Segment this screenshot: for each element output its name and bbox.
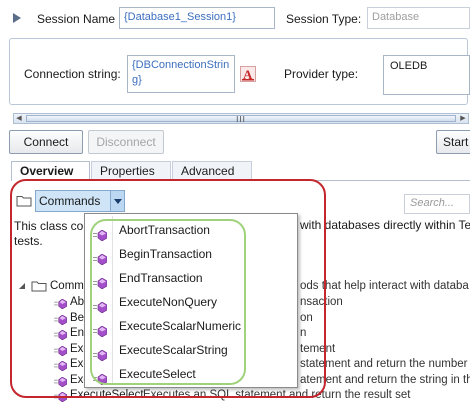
tab-strip: Overview Properties Advanced (11, 161, 261, 181)
tree-item-description: atement and return the string in th (300, 373, 470, 386)
method-icon (54, 329, 68, 341)
method-icon (93, 225, 108, 242)
connection-string-line-1: {DBConnectionStrin (132, 59, 230, 71)
session-type-field: Database (367, 7, 470, 29)
tree-root-label[interactable]: Comm (50, 280, 84, 292)
method-icon (93, 321, 108, 338)
method-icon (54, 391, 68, 403)
tree-item-description: Executes an SQL statement and return the… (143, 389, 411, 401)
connection-string-field[interactable]: {DBConnectionStrin g} (127, 55, 235, 93)
commands-button[interactable]: Commands (35, 190, 111, 212)
tree-root-description: ods that help interact with databa (300, 280, 469, 292)
horizontal-scrollbar[interactable]: ◀ III ▶ (13, 113, 469, 124)
dropdown-item[interactable]: BeginTransaction (85, 242, 297, 266)
disconnect-button[interactable]: Disconnect (88, 130, 164, 154)
tab-advanced[interactable]: Advanced (172, 161, 252, 181)
method-icon (54, 376, 68, 387)
method-icon (93, 273, 108, 290)
method-icon (93, 249, 108, 266)
start-button[interactable]: Start (436, 130, 470, 154)
method-icon (54, 314, 68, 325)
connection-string-line-2: g} (132, 74, 142, 86)
dropdown-item-label: ExecuteScalarNumeric (119, 319, 242, 333)
tree-item-description: n (300, 327, 307, 339)
search-input[interactable]: Search... (404, 194, 470, 214)
dropdown-item-label: EndTransaction (119, 271, 203, 285)
tab-overview[interactable]: Overview (11, 161, 90, 181)
description-line-2: tests. (14, 234, 43, 248)
provider-type-field[interactable]: OLEDB (383, 55, 470, 95)
session-type-label: Session Type: (286, 12, 362, 26)
collapse-expander-icon[interactable] (12, 12, 22, 24)
connect-button[interactable]: Connect (9, 130, 83, 154)
dropdown-item-label: ExecuteNonQuery (119, 295, 218, 309)
tree-item-description: statement and return the number (300, 358, 468, 370)
session-name-field[interactable]: {Database1_Session1} (119, 7, 275, 29)
session-name-label: Session Name (37, 12, 116, 26)
chevron-down-icon (114, 199, 122, 204)
tree-item-description: nsaction (300, 296, 343, 308)
tree-collapse-icon[interactable] (18, 282, 26, 290)
commands-dropdown-toggle[interactable] (111, 190, 125, 212)
dropdown-item-label: ExecuteScalarString (119, 343, 228, 357)
dropdown-item-label: AbortTransaction (119, 223, 210, 237)
scroll-right-icon[interactable]: ▶ (458, 114, 468, 123)
provider-type-label: Provider type: (284, 67, 359, 81)
text-format-icon[interactable]: A (240, 66, 256, 82)
dropdown-item-label: ExecuteSelect (119, 367, 196, 381)
tree-item-description: tement (300, 342, 336, 355)
scrollbar-grip: III (236, 115, 246, 124)
scrollbar-thumb[interactable]: III (26, 115, 456, 124)
folder-icon[interactable] (16, 194, 32, 207)
description-line-1-end: with databases directly within Te (300, 218, 470, 232)
dropdown-item[interactable]: ExecuteScalarString (85, 338, 297, 362)
description-line-1-start: This class con (14, 219, 91, 233)
tab-properties[interactable]: Properties (91, 161, 171, 181)
method-icon (93, 369, 108, 386)
dropdown-item[interactable]: ExecuteSelect (85, 362, 297, 386)
method-icon (54, 360, 68, 372)
method-icon (54, 298, 68, 310)
dropdown-item[interactable]: ExecuteNonQuery (85, 290, 297, 314)
connection-string-label: Connection string: (24, 67, 121, 81)
folder-icon (31, 281, 47, 292)
method-icon (54, 345, 68, 356)
tree-item-description: on (300, 311, 313, 324)
tree-item-label: ExecuteSelect (70, 389, 144, 401)
scroll-left-icon[interactable]: ◀ (14, 114, 24, 123)
method-icon (93, 297, 108, 314)
dropdown-item-label: BeginTransaction (119, 247, 212, 261)
overview-toolbar: Commands (11, 189, 470, 214)
dropdown-item[interactable]: EndTransaction (85, 266, 297, 290)
commands-dropdown-menu: AbortTransaction BeginTransaction EndTrans… (84, 213, 298, 388)
dropdown-item[interactable]: ExecuteScalarNumeric (85, 314, 297, 338)
method-icon (93, 345, 108, 362)
tree-item[interactable]: ExecuteSelect Executes an SQL statement a… (0, 389, 470, 404)
dropdown-item[interactable]: AbortTransaction (85, 218, 297, 242)
